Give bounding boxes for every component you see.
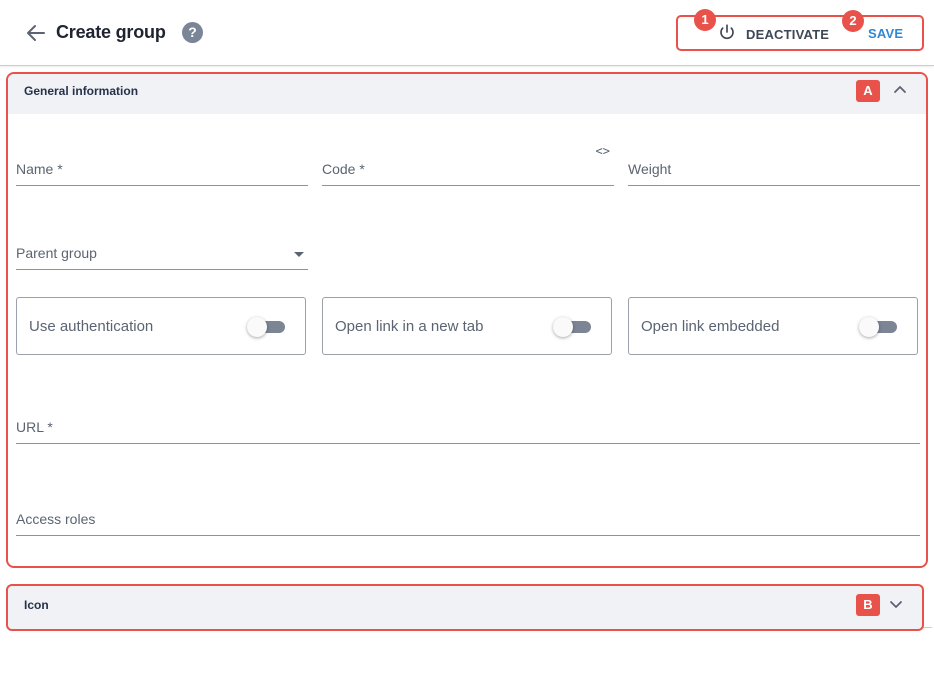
code-icon[interactable]: <> bbox=[596, 144, 610, 158]
annotation-badge-b: B bbox=[856, 594, 880, 616]
page-header: Create group ? DEACTIVATE SAVE bbox=[0, 0, 934, 66]
access-roles-label: Access roles bbox=[16, 511, 96, 527]
open-embedded-switch[interactable] bbox=[859, 317, 897, 337]
page-title: Create group bbox=[56, 22, 166, 42]
url-field[interactable]: URL * bbox=[16, 410, 920, 444]
deactivate-button[interactable]: DEACTIVATE bbox=[718, 23, 830, 46]
chevron-up-icon[interactable] bbox=[892, 82, 908, 98]
weight-field-label: Weight bbox=[628, 161, 672, 177]
annotation-badge-1: 1 bbox=[694, 9, 716, 31]
icon-section-header[interactable]: Icon B bbox=[6, 584, 924, 631]
general-information-title: General information bbox=[24, 84, 139, 98]
general-information-header[interactable]: General information A bbox=[8, 74, 926, 114]
url-field-label: URL * bbox=[16, 419, 53, 435]
power-icon bbox=[718, 23, 736, 46]
open-embedded-toggle-box[interactable]: Open link embedded bbox=[628, 297, 918, 355]
parent-group-label: Parent group bbox=[16, 245, 97, 261]
access-roles-field[interactable]: Access roles bbox=[16, 502, 920, 536]
deactivate-label: DEACTIVATE bbox=[746, 26, 830, 42]
parent-group-select[interactable]: Parent group bbox=[16, 236, 308, 270]
use-authentication-label: Use authentication bbox=[29, 318, 154, 335]
dropdown-caret-icon bbox=[294, 252, 304, 257]
code-field[interactable]: Code * <> bbox=[322, 144, 614, 186]
save-button[interactable]: SAVE bbox=[868, 26, 903, 41]
open-new-tab-toggle-box[interactable]: Open link in a new tab bbox=[322, 297, 612, 355]
open-new-tab-switch[interactable] bbox=[553, 317, 591, 337]
annotation-badge-2: 2 bbox=[842, 10, 864, 32]
annotation-badge-a: A bbox=[856, 80, 880, 102]
icon-section-title: Icon bbox=[24, 598, 49, 612]
open-embedded-label: Open link embedded bbox=[641, 318, 780, 335]
back-arrow-icon[interactable] bbox=[24, 21, 48, 45]
code-field-label: Code * bbox=[322, 161, 365, 177]
general-information-section: General information A Name * Code * <> W… bbox=[6, 72, 928, 568]
weight-field[interactable]: Weight bbox=[628, 152, 920, 186]
use-authentication-switch[interactable] bbox=[247, 317, 285, 337]
open-new-tab-label: Open link in a new tab bbox=[335, 318, 484, 335]
help-icon[interactable]: ? bbox=[182, 22, 203, 43]
use-authentication-toggle-box[interactable]: Use authentication bbox=[16, 297, 306, 355]
chevron-down-icon[interactable] bbox=[888, 596, 904, 612]
name-field-label: Name * bbox=[16, 161, 63, 177]
name-field[interactable]: Name * bbox=[16, 152, 308, 186]
